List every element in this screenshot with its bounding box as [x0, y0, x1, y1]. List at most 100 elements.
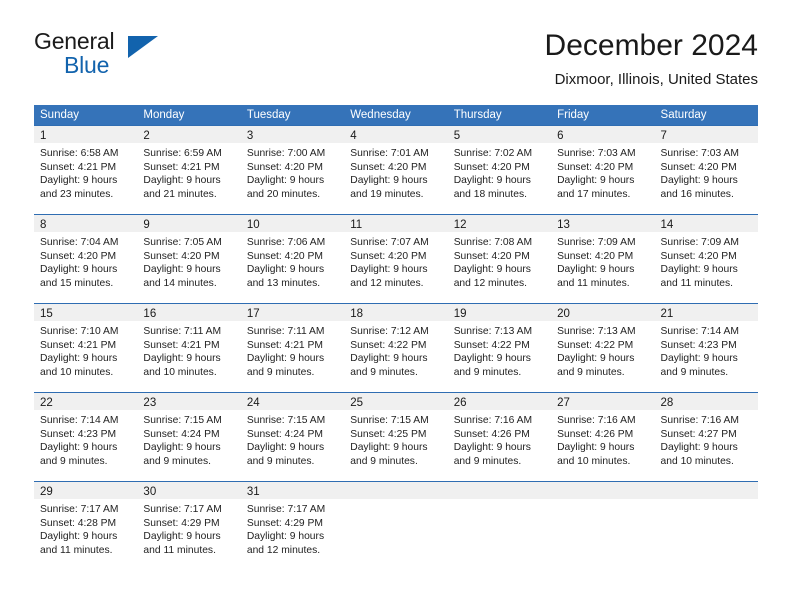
- day-details: Sunrise: 7:13 AM Sunset: 4:22 PM Daylight:…: [551, 321, 654, 379]
- daylight-text-line1: Daylight: 9 hours: [453, 175, 531, 187]
- day-cell-31[interactable]: 31 Sunrise: 7:17 AM Sunset: 4:29 PM Dayligh…: [240, 482, 345, 569]
- sunset-text: Sunset: 4:20 PM: [350, 250, 427, 262]
- weekday-header-sunday: Sunday: [40, 109, 80, 121]
- weekday-header-row: Sunday Monday Tuesday Wednesday Thursday Frid…: [34, 105, 758, 125]
- day-cell-empty: [654, 482, 758, 569]
- sunrise-text: Sunrise: 7:11 AM: [246, 326, 325, 337]
- day-cell-23[interactable]: 23 Sunrise: 7:15 AM Sunset: 4:24 PM Dayligh…: [137, 393, 241, 481]
- day-details: Sunrise: 7:17 AM Sunset: 4:28 PM Daylight:…: [34, 499, 137, 557]
- day-number: 10: [246, 219, 260, 231]
- day-cell-13[interactable]: 13 Sunrise: 7:09 AM Sunset: 4:20 PM Dayligh…: [551, 215, 655, 303]
- sunset-text: Sunset: 4:21 PM: [40, 161, 117, 173]
- day-number: 13: [557, 219, 570, 231]
- day-cell-16[interactable]: 16 Sunrise: 7:11 AM Sunset: 4:21 PM Dayligh…: [137, 304, 241, 392]
- day-number-band: 13: [551, 215, 655, 232]
- day-cell-7[interactable]: 7 Sunrise: 7:03 AM Sunset: 4:20 PM Daylight…: [654, 126, 758, 214]
- sunrise-text: Sunrise: 7:15 AM: [350, 415, 429, 426]
- day-details: Sunrise: 6:58 AM Sunset: 4:21 PM Daylight:…: [34, 143, 137, 201]
- page-title: December 2024: [544, 29, 758, 62]
- day-cell-11[interactable]: 11 Sunrise: 7:07 AM Sunset: 4:20 PM Dayligh…: [344, 215, 448, 303]
- day-cell-5[interactable]: 5 Sunrise: 7:02 AM Sunset: 4:20 PM Daylight…: [447, 126, 552, 214]
- daylight-text-line2: and 23 minutes.: [40, 188, 114, 200]
- day-cell-10[interactable]: 10 Sunrise: 7:06 AM Sunset: 4:20 PM Dayligh…: [240, 215, 345, 303]
- day-details: Sunrise: 7:17 AM Sunset: 4:29 PM Daylight:…: [137, 499, 240, 557]
- day-cell-30[interactable]: 30 Sunrise: 7:17 AM Sunset: 4:29 PM Dayligh…: [137, 482, 241, 569]
- day-details: Sunrise: 7:05 AM Sunset: 4:20 PM Daylight:…: [137, 232, 240, 290]
- day-details: Sunrise: 7:16 AM Sunset: 4:26 PM Daylight:…: [551, 410, 654, 468]
- sunrise-text: Sunrise: 7:12 AM: [350, 326, 429, 337]
- weekday-header-friday: Friday: [557, 109, 590, 121]
- day-cell-26[interactable]: 26 Sunrise: 7:16 AM Sunset: 4:26 PM Dayligh…: [447, 393, 552, 481]
- day-cell-2[interactable]: 2 Sunrise: 6:59 AM Sunset: 4:21 PM Daylight…: [137, 126, 241, 214]
- day-cell-1[interactable]: 1 Sunrise: 6:58 AM Sunset: 4:21 PM Daylight…: [34, 126, 138, 214]
- sunrise-text: Sunrise: 7:00 AM: [246, 148, 326, 159]
- day-number: 6: [557, 130, 564, 142]
- day-cell-15[interactable]: 15 Sunrise: 7:10 AM Sunset: 4:21 PM Dayligh…: [34, 304, 138, 392]
- day-number-band: 3: [240, 126, 345, 143]
- day-cell-18[interactable]: 18 Sunrise: 7:12 AM Sunset: 4:22 PM Dayligh…: [344, 304, 448, 392]
- daylight-text-line2: and 9 minutes.: [246, 455, 315, 467]
- day-cell-19[interactable]: 19 Sunrise: 7:13 AM Sunset: 4:22 PM Dayligh…: [447, 304, 552, 392]
- day-cell-9[interactable]: 9 Sunrise: 7:05 AM Sunset: 4:20 PM Daylight…: [137, 215, 241, 303]
- day-details: Sunrise: 7:07 AM Sunset: 4:20 PM Daylight:…: [344, 232, 447, 290]
- weekday-header-saturday: Saturday: [660, 109, 707, 121]
- daylight-text-line2: and 9 minutes.: [453, 455, 522, 467]
- calendar-week-row: 29 Sunrise: 7:17 AM Sunset: 4:28 PM Dayligh…: [34, 481, 758, 569]
- day-cell-8[interactable]: 8 Sunrise: 7:04 AM Sunset: 4:20 PM Daylight…: [34, 215, 138, 303]
- day-details: Sunrise: 7:02 AM Sunset: 4:20 PM Daylight:…: [448, 143, 551, 201]
- sunrise-text: Sunrise: 6:59 AM: [143, 148, 222, 159]
- day-details: Sunrise: 7:11 AM Sunset: 4:21 PM Daylight:…: [137, 321, 240, 379]
- brand-name-general: General: [34, 28, 115, 54]
- triangle-logo-icon: [128, 36, 158, 58]
- day-cell-3[interactable]: 3 Sunrise: 7:00 AM Sunset: 4:20 PM Daylight…: [240, 126, 345, 214]
- daylight-text-line2: and 16 minutes.: [660, 188, 734, 200]
- brand-logo[interactable]: General Blue: [34, 28, 294, 88]
- day-cell-28[interactable]: 28 Sunrise: 7:16 AM Sunset: 4:27 PM Dayligh…: [654, 393, 758, 481]
- day-cell-27[interactable]: 27 Sunrise: 7:16 AM Sunset: 4:26 PM Dayligh…: [551, 393, 655, 481]
- day-number-band: 15: [34, 304, 138, 321]
- sunset-text: Sunset: 4:22 PM: [350, 339, 427, 351]
- daylight-text-line1: Daylight: 9 hours: [143, 531, 221, 543]
- day-details: [655, 499, 758, 503]
- sunrise-text: Sunrise: 7:14 AM: [40, 415, 119, 426]
- daylight-text-line1: Daylight: 9 hours: [143, 264, 221, 276]
- day-cell-12[interactable]: 12 Sunrise: 7:08 AM Sunset: 4:20 PM Dayligh…: [447, 215, 552, 303]
- day-number: 9: [143, 219, 150, 231]
- day-number: 14: [660, 219, 674, 231]
- sunrise-text: Sunrise: 7:08 AM: [453, 237, 533, 248]
- day-cell-17[interactable]: 17 Sunrise: 7:11 AM Sunset: 4:21 PM Dayligh…: [240, 304, 345, 392]
- day-number-band: 4: [344, 126, 448, 143]
- day-number: 21: [660, 308, 674, 320]
- day-number: 23: [143, 397, 157, 409]
- calendar-grid: Sunday Monday Tuesday Wednesday Thursday Frid…: [34, 105, 758, 569]
- daylight-text-line2: and 9 minutes.: [40, 455, 108, 467]
- day-number: 31: [246, 486, 260, 498]
- sunset-text: Sunset: 4:29 PM: [143, 517, 220, 529]
- sunset-text: Sunset: 4:24 PM: [143, 428, 220, 440]
- sunrise-text: Sunrise: 7:05 AM: [143, 237, 222, 248]
- day-number-band: 17: [240, 304, 345, 321]
- day-cell-4[interactable]: 4 Sunrise: 7:01 AM Sunset: 4:20 PM Daylight…: [344, 126, 448, 214]
- day-cell-25[interactable]: 25 Sunrise: 7:15 AM Sunset: 4:25 PM Dayligh…: [344, 393, 448, 481]
- day-cell-22[interactable]: 22 Sunrise: 7:14 AM Sunset: 4:23 PM Dayligh…: [34, 393, 138, 481]
- sunrise-text: Sunrise: 7:03 AM: [660, 148, 739, 159]
- sunset-text: Sunset: 4:26 PM: [557, 428, 634, 440]
- sunset-text: Sunset: 4:20 PM: [40, 250, 117, 262]
- day-number: 11: [350, 219, 363, 231]
- sunrise-text: Sunrise: 7:11 AM: [143, 326, 222, 337]
- day-cell-6[interactable]: 6 Sunrise: 7:03 AM Sunset: 4:20 PM Daylight…: [551, 126, 655, 214]
- day-number: 4: [350, 130, 357, 142]
- day-number: 16: [143, 308, 157, 320]
- day-cell-24[interactable]: 24 Sunrise: 7:15 AM Sunset: 4:24 PM Dayligh…: [240, 393, 345, 481]
- sunset-text: Sunset: 4:20 PM: [660, 161, 737, 173]
- day-cell-29[interactable]: 29 Sunrise: 7:17 AM Sunset: 4:28 PM Dayligh…: [34, 482, 138, 569]
- daylight-text-line2: and 13 minutes.: [246, 277, 321, 289]
- daylight-text-line2: and 12 minutes.: [350, 277, 424, 289]
- sunrise-text: Sunrise: 7:09 AM: [557, 237, 636, 248]
- day-details: Sunrise: 7:01 AM Sunset: 4:20 PM Daylight:…: [344, 143, 447, 201]
- daylight-text-line1: Daylight: 9 hours: [246, 531, 325, 543]
- daylight-text-line1: Daylight: 9 hours: [660, 353, 738, 365]
- day-cell-21[interactable]: 21 Sunrise: 7:14 AM Sunset: 4:23 PM Dayligh…: [654, 304, 758, 392]
- day-cell-14[interactable]: 14 Sunrise: 7:09 AM Sunset: 4:20 PM Dayligh…: [654, 215, 758, 303]
- day-cell-20[interactable]: 20 Sunrise: 7:13 AM Sunset: 4:22 PM Dayligh…: [551, 304, 655, 392]
